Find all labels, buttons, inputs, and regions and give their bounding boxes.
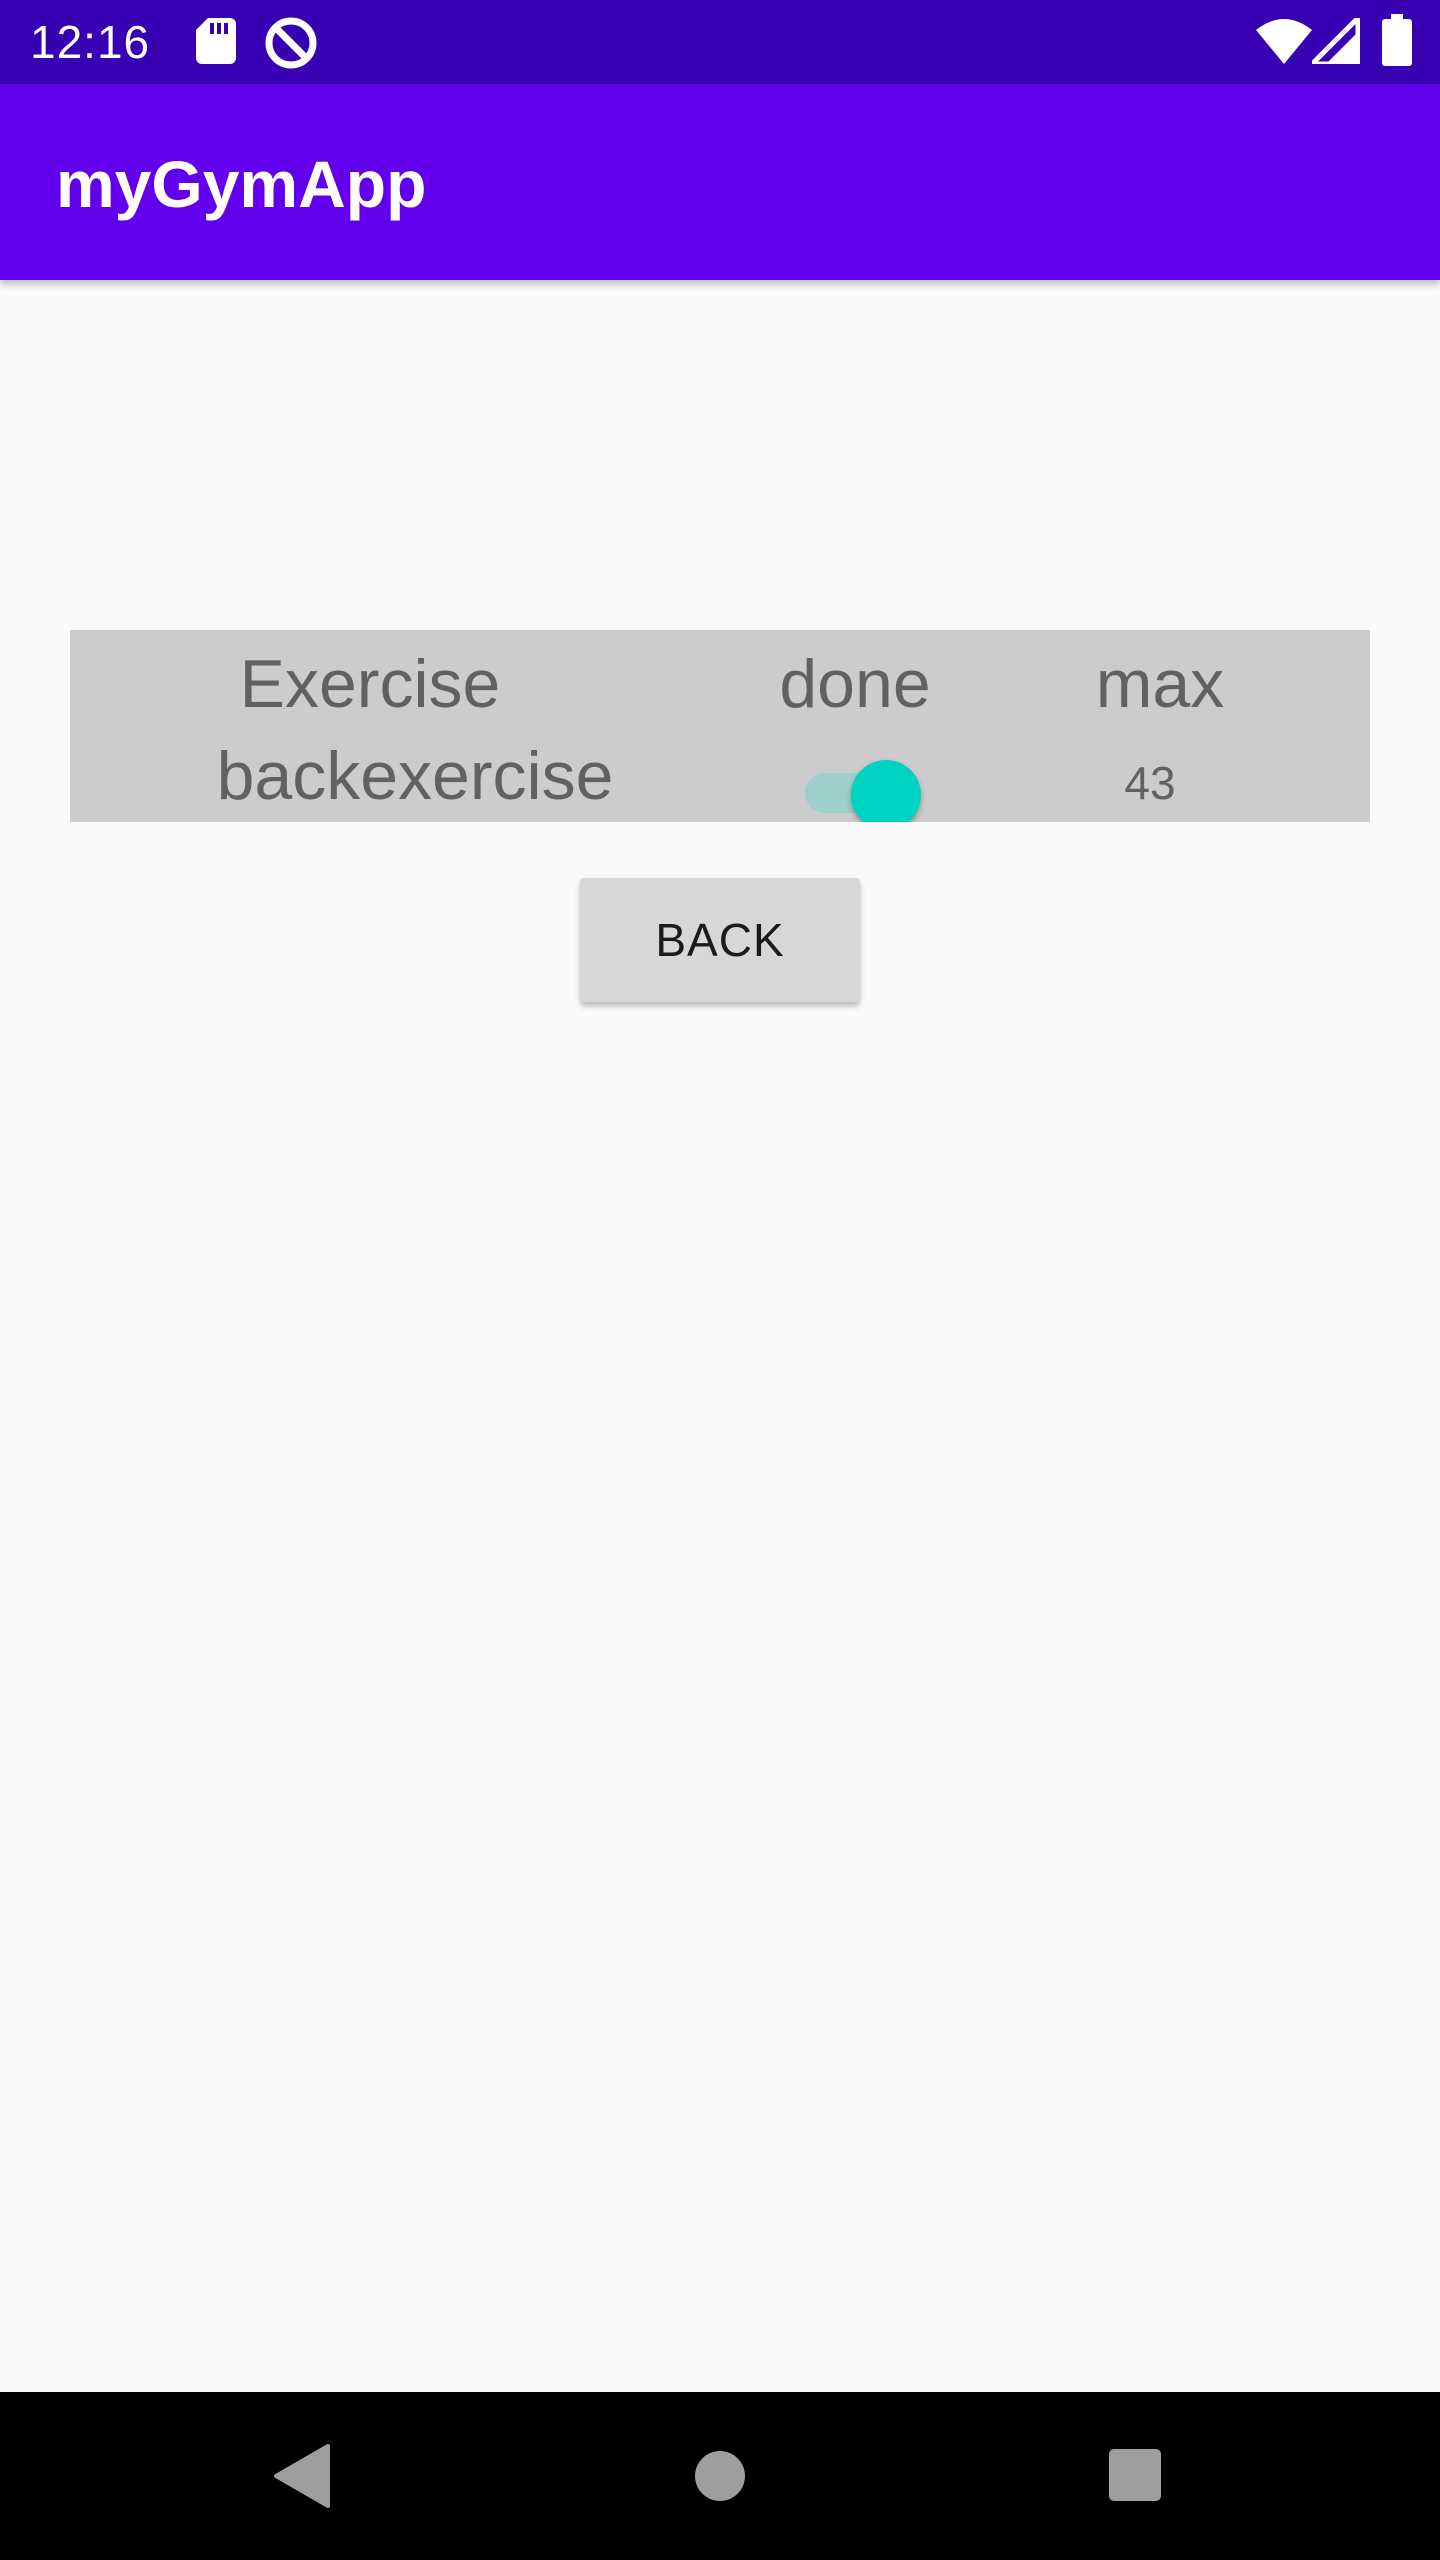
status-time: 12:16 [30,16,151,68]
do-not-disturb-icon [264,16,318,75]
header-exercise: Exercise [239,646,501,722]
cell-signal-icon [1309,15,1361,69]
row-exercise-name: backexercise [216,738,614,814]
header-max: max [1095,646,1225,722]
app-bar: myGymApp [0,84,1440,280]
sd-card-icon [196,18,236,69]
navigation-bar [0,2392,1440,2560]
row-max-value: 43 [1124,757,1176,809]
switch-thumb [851,760,921,822]
exercise-table: Exercise done max backexercise 43 [70,630,1370,822]
recents-icon[interactable] [1108,2448,1162,2507]
back-button[interactable]: BACK [580,878,860,1002]
wifi-icon [1256,18,1312,69]
battery-icon [1382,14,1412,71]
app-title: myGymApp [56,147,427,221]
status-bar: 12:16 [0,0,1440,84]
header-done: done [779,646,931,722]
home-icon[interactable] [694,2450,746,2507]
done-switch[interactable] [805,760,925,822]
back-icon[interactable] [272,2444,330,2513]
